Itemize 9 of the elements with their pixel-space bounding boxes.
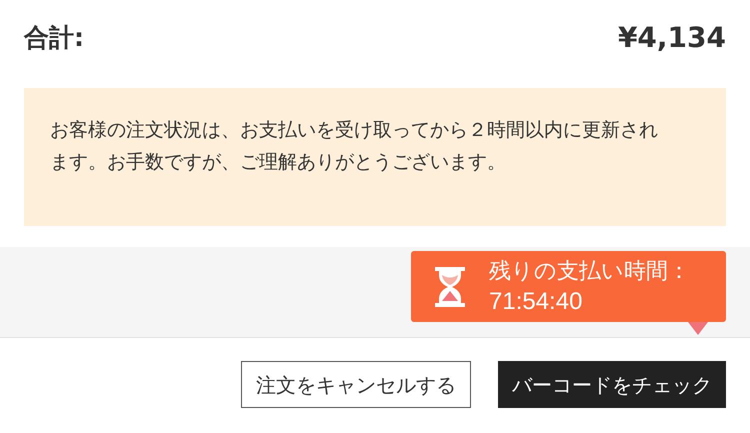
notice-text: お客様の注文状況は、お支払いを受け取ってから２時間以内に更新されます。お手数ですが、ご理解ありがとうございます。 — [50, 118, 659, 175]
timer-label: 残りの支払い時間： — [489, 258, 690, 286]
hourglass-icon — [433, 266, 467, 306]
pointer-icon — [688, 322, 708, 335]
timer-value: 71:54:40 — [489, 286, 584, 316]
barcode-button[interactable]: バーコードをチェック — [498, 361, 726, 408]
total-amount: ¥4,134 — [618, 20, 726, 56]
cancel-button[interactable]: 注文をキャンセルする — [241, 361, 471, 408]
total-label: 合計: — [24, 22, 84, 54]
